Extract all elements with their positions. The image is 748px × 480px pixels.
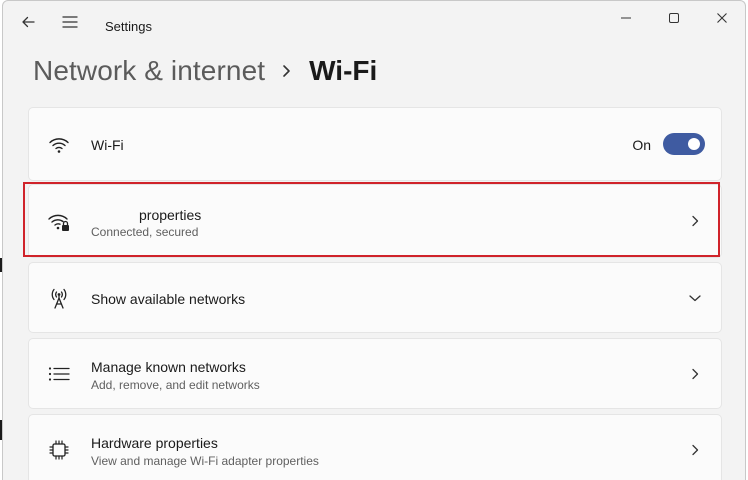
- hardware-properties-label: Hardware properties: [91, 435, 218, 451]
- chip-icon: [47, 438, 71, 462]
- minimize-button[interactable]: [603, 5, 649, 35]
- chevron-right-icon: [687, 442, 703, 458]
- show-available-networks-card[interactable]: Show available networks: [28, 262, 722, 333]
- maximize-icon: [668, 11, 680, 29]
- wifi-secured-icon: [47, 210, 71, 234]
- settings-window: Settings Network & internet Wi-Fi Wi-Fi …: [2, 0, 746, 480]
- maximize-button[interactable]: [651, 5, 697, 35]
- back-arrow-icon: [21, 15, 35, 34]
- chevron-right-icon: [281, 64, 291, 78]
- manage-known-networks-card[interactable]: Manage known networks Add, remove, and e…: [28, 338, 722, 409]
- page-title: Wi-Fi: [309, 55, 378, 86]
- manage-known-networks-description: Add, remove, and edit networks: [91, 378, 260, 392]
- breadcrumb-parent-link[interactable]: Network & internet: [33, 55, 265, 87]
- window-edge-mark: [0, 420, 2, 440]
- list-icon: [47, 362, 71, 386]
- window-edge-mark: [0, 258, 2, 272]
- close-button[interactable]: [699, 5, 745, 35]
- wifi-toggle-state: On: [632, 137, 651, 153]
- back-button[interactable]: [13, 9, 43, 39]
- show-available-networks-label: Show available networks: [91, 291, 246, 307]
- network-properties-label: properties: [91, 207, 201, 223]
- properties-text: properties: [139, 207, 202, 223]
- wifi-label: Wi-Fi: [91, 137, 124, 153]
- close-icon: [716, 11, 728, 29]
- manage-known-networks-label: Manage known networks: [91, 359, 246, 375]
- toggle-knob: [688, 138, 700, 150]
- title-bar: Settings: [3, 1, 745, 49]
- chevron-down-icon: [687, 290, 703, 306]
- navigation-menu-button[interactable]: [55, 9, 85, 39]
- wifi-toggle-card: Wi-Fi On: [28, 107, 722, 181]
- antenna-icon: [47, 286, 71, 310]
- hardware-properties-description: View and manage Wi-Fi adapter properties: [91, 454, 319, 468]
- app-title: Settings: [105, 19, 152, 34]
- chevron-right-icon: [687, 213, 703, 229]
- chevron-right-icon: [687, 366, 703, 382]
- hardware-properties-card[interactable]: Hardware properties View and manage Wi-F…: [28, 414, 722, 480]
- wifi-icon: [47, 133, 71, 157]
- connection-status: Connected, secured: [91, 225, 199, 239]
- network-properties-card[interactable]: properties Connected, secured: [28, 184, 722, 258]
- hamburger-icon: [62, 15, 78, 34]
- breadcrumb: Network & internet Wi-Fi: [33, 47, 377, 95]
- wifi-toggle-switch[interactable]: [663, 133, 705, 155]
- minimize-icon: [620, 11, 632, 29]
